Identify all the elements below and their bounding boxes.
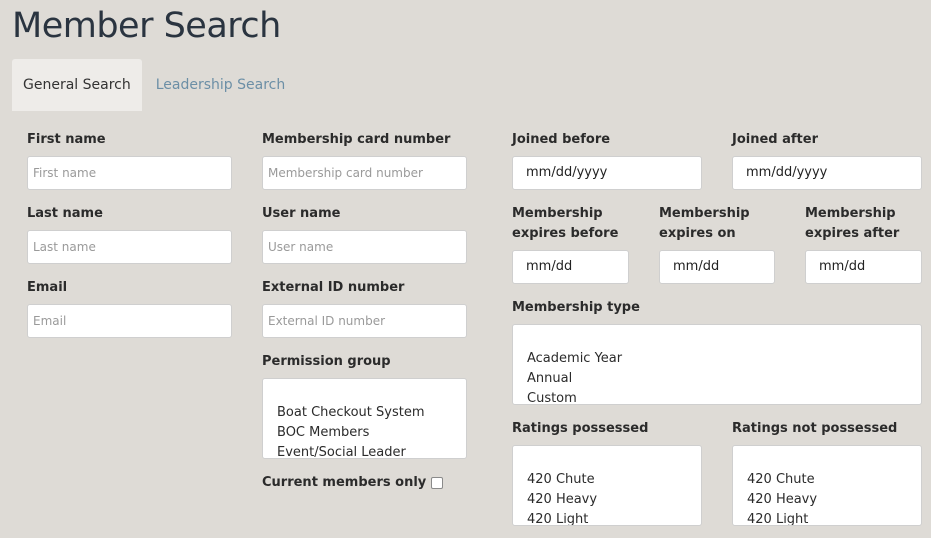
expires-after-label-line1: Membership — [805, 206, 896, 221]
external-id-input[interactable] — [262, 304, 467, 338]
search-tabs: General Search Leadership Search — [12, 59, 296, 111]
list-item[interactable]: BOC Members — [277, 423, 466, 443]
expires-after-label: Membership expires after — [805, 204, 899, 244]
expires-on-label: Membership expires on — [659, 204, 750, 244]
email-input[interactable] — [27, 304, 232, 338]
expires-before-label-line2: expires before — [512, 226, 619, 241]
list-item[interactable]: 420 Heavy — [747, 490, 921, 510]
list-item[interactable]: Annual — [527, 369, 921, 389]
expires-on-input[interactable]: mm/dd — [659, 250, 775, 284]
membership-type-label: Membership type — [512, 300, 640, 315]
last-name-label: Last name — [27, 206, 103, 221]
ratings-possessed-select[interactable]: 420 Chute 420 Heavy 420 Light — [512, 445, 702, 526]
email-label: Email — [27, 280, 68, 295]
ratings-not-possessed-select[interactable]: 420 Chute 420 Heavy 420 Light — [732, 445, 922, 526]
joined-before-label: Joined before — [512, 132, 611, 147]
expires-after-label-line2: expires after — [805, 226, 900, 241]
list-item[interactable]: 420 Heavy — [527, 490, 701, 510]
permission-group-label: Permission group — [262, 354, 391, 369]
permission-group-select[interactable]: Boat Checkout System BOC Members Event/S… — [262, 378, 467, 459]
expires-on-label-line2: expires on — [659, 226, 736, 241]
list-item[interactable]: Boat Checkout System — [277, 403, 466, 423]
first-name-input[interactable] — [27, 156, 232, 190]
ratings-not-possessed-label: Ratings not possessed — [732, 421, 898, 436]
external-id-label: External ID number — [262, 280, 405, 295]
tab-leadership-search[interactable]: Leadership Search — [142, 59, 297, 111]
user-name-label: User name — [262, 206, 341, 221]
list-item[interactable]: 420 Chute — [747, 470, 921, 490]
joined-after-input[interactable]: mm/dd/yyyy — [732, 156, 922, 190]
list-item[interactable]: 420 Chute — [527, 470, 701, 490]
ratings-possessed-label: Ratings possessed — [512, 421, 649, 436]
expires-before-label-line1: Membership — [512, 206, 603, 221]
list-item[interactable]: Custom — [527, 389, 921, 404]
membership-type-select[interactable]: Academic Year Annual Custom — [512, 324, 922, 405]
first-name-label: First name — [27, 132, 106, 147]
list-item[interactable]: Event/Social Leader — [277, 443, 466, 458]
list-item[interactable]: 420 Light — [527, 510, 701, 525]
expires-on-label-line1: Membership — [659, 206, 750, 221]
user-name-input[interactable] — [262, 230, 467, 264]
joined-before-input[interactable]: mm/dd/yyyy — [512, 156, 702, 190]
current-members-row: Current members only — [262, 473, 444, 493]
list-item[interactable]: Academic Year — [527, 349, 921, 369]
expires-before-input[interactable]: mm/dd — [512, 250, 629, 284]
page-title: Member Search — [12, 6, 281, 46]
joined-after-label: Joined after — [732, 132, 818, 147]
list-item[interactable]: 420 Light — [747, 510, 921, 525]
current-members-checkbox[interactable] — [431, 477, 444, 489]
expires-after-input[interactable]: mm/dd — [805, 250, 922, 284]
current-members-label: Current members only — [262, 475, 427, 490]
last-name-input[interactable] — [27, 230, 232, 264]
card-number-input[interactable] — [262, 156, 467, 190]
tab-general-search[interactable]: General Search — [12, 59, 142, 111]
expires-before-label: Membership expires before — [512, 204, 618, 244]
card-number-label: Membership card number — [262, 132, 451, 147]
